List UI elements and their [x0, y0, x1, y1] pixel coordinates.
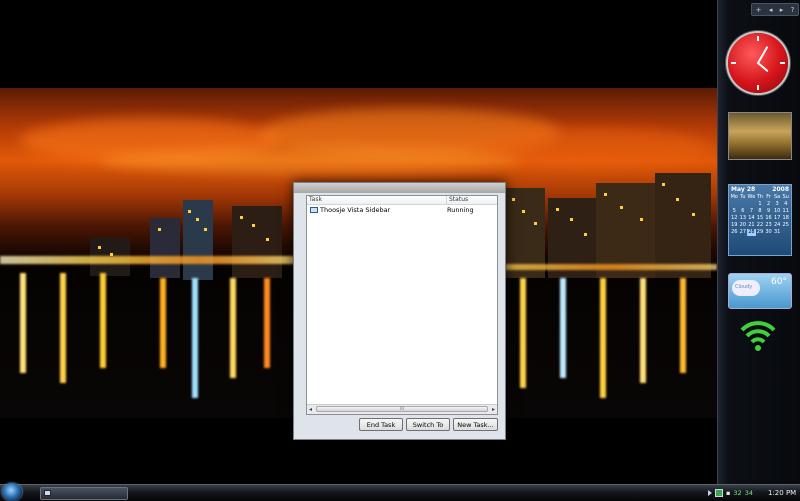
sidebar-controls: + ◂ ▸ ?	[751, 3, 799, 16]
calendar-day[interactable]: 26	[730, 229, 739, 236]
calendar-day[interactable]: 19	[730, 222, 739, 229]
calendar-day[interactable]: 9	[764, 208, 773, 215]
tray-app-icon[interactable]	[715, 489, 723, 497]
previous-icon[interactable]: ◂	[769, 6, 773, 14]
calendar-day[interactable]: 1	[756, 201, 765, 208]
calendar-day[interactable]: 20	[739, 222, 748, 229]
switch-to-button[interactable]: Switch To	[406, 418, 450, 431]
network-icon[interactable]: ▪	[726, 489, 730, 497]
weather-condition: Cloudy	[735, 284, 753, 290]
calendar-day[interactable]: 30	[764, 229, 773, 236]
calendar-day[interactable]: 17	[773, 215, 782, 222]
clock-minute-hand	[756, 46, 769, 65]
calendar-day[interactable]: 3	[773, 201, 782, 208]
sidebar: + ◂ ▸ ? May 28 2008 Mo Tu We Th Fr Sa Su 1 2 3 4 5 6…	[717, 0, 800, 484]
calendar-day[interactable]: 2	[764, 201, 773, 208]
slideshow-gadget[interactable]	[728, 112, 792, 160]
weather-gadget[interactable]: 60° Cloudy	[728, 273, 792, 309]
calendar-weekday: Mo	[730, 194, 738, 200]
calendar-weekday: Su	[782, 194, 789, 200]
taskbar: ▪ 32 34 1:20 PM	[0, 483, 800, 501]
column-header-task[interactable]: Task	[307, 196, 447, 204]
window-icon	[44, 490, 51, 496]
calendar-day	[730, 201, 739, 208]
taskbar-window-button[interactable]	[40, 487, 128, 500]
new-task-button[interactable]: New Task...	[453, 418, 498, 431]
calendar-weekday: Sa	[774, 194, 781, 200]
calendar-gadget[interactable]: May 28 2008 Mo Tu We Th Fr Sa Su 1 2 3 4 5 6 7 8 9 10 11 1…	[728, 184, 792, 256]
calendar-day[interactable]: 7	[747, 208, 756, 215]
calendar-day[interactable]: 10	[773, 208, 782, 215]
calendar-day[interactable]: 14	[747, 215, 756, 222]
add-gadget-icon[interactable]: +	[756, 6, 762, 14]
calendar-day[interactable]: 16	[764, 215, 773, 222]
application-window-icon	[310, 207, 318, 213]
calendar-day	[739, 201, 748, 208]
calendar-day[interactable]: 8	[756, 208, 765, 215]
calendar-day[interactable]: 21	[747, 222, 756, 229]
task-row[interactable]: Thoosje Vista Sidebar Running	[307, 205, 497, 215]
next-icon[interactable]: ▸	[780, 6, 784, 14]
calendar-weekday: Fr	[766, 194, 771, 200]
calendar-day[interactable]: 28	[747, 229, 756, 236]
task-manager-window: Task Status Thoosje Vista Sidebar Runnin…	[293, 182, 506, 440]
calendar-day[interactable]: 25	[781, 222, 790, 229]
start-button[interactable]	[2, 483, 22, 501]
scroll-left-icon[interactable]: ◂	[309, 406, 312, 413]
taskbar-clock[interactable]: 1:20 PM	[768, 489, 796, 497]
calendar-day[interactable]: 27	[739, 229, 748, 236]
calendar-month: May 28	[731, 186, 756, 193]
calendar-day[interactable]: 29	[756, 229, 765, 236]
task-name: Thoosje Vista Sidebar	[320, 206, 391, 214]
task-status: Running	[447, 206, 474, 214]
clock-gadget[interactable]	[728, 33, 788, 93]
end-task-button[interactable]: End Task	[359, 418, 403, 431]
calendar-day[interactable]: 31	[773, 229, 782, 236]
calendar-weekday: Tu	[740, 194, 746, 200]
calendar-day[interactable]: 22	[756, 222, 765, 229]
calendar-weekday: We	[747, 194, 756, 200]
calendar-day	[747, 201, 756, 208]
help-icon[interactable]: ?	[791, 6, 795, 14]
calendar-grid: Mo Tu We Th Fr Sa Su 1 2 3 4 5 6 7 8 9 10 11 12 13 14 15 16 17 1…	[729, 194, 791, 236]
system-tray: ▪ 32 34	[708, 485, 753, 501]
calendar-day[interactable]: 5	[730, 208, 739, 215]
show-hidden-icons-icon[interactable]	[708, 490, 712, 496]
calendar-day[interactable]: 18	[781, 215, 790, 222]
window-titlebar[interactable]	[294, 183, 505, 193]
calendar-day[interactable]: 15	[756, 215, 765, 222]
tray-value-2: 34	[744, 489, 753, 497]
calendar-day[interactable]: 13	[739, 215, 748, 222]
scroll-thumb[interactable]: III	[316, 406, 488, 412]
column-header-status[interactable]: Status	[447, 196, 468, 204]
calendar-weekday: Th	[756, 194, 764, 200]
calendar-day[interactable]: 23	[764, 222, 773, 229]
weather-temperature: 60°	[771, 277, 787, 287]
horizontal-scrollbar[interactable]: ◂ III ▸	[307, 404, 497, 414]
calendar-day	[781, 229, 790, 236]
scroll-right-icon[interactable]: ▸	[492, 406, 495, 413]
calendar-day[interactable]: 11	[781, 208, 790, 215]
calendar-day[interactable]: 12	[730, 215, 739, 222]
tray-value-1: 32	[733, 489, 742, 497]
calendar-day[interactable]: 4	[781, 201, 790, 208]
calendar-year: 2008	[772, 186, 789, 193]
calendar-day[interactable]: 6	[739, 208, 748, 215]
task-list-header: Task Status	[307, 196, 497, 205]
task-list[interactable]: Task Status Thoosje Vista Sidebar Runnin…	[306, 195, 498, 415]
calendar-day[interactable]: 24	[773, 222, 782, 229]
wifi-signal-icon[interactable]	[736, 312, 780, 356]
